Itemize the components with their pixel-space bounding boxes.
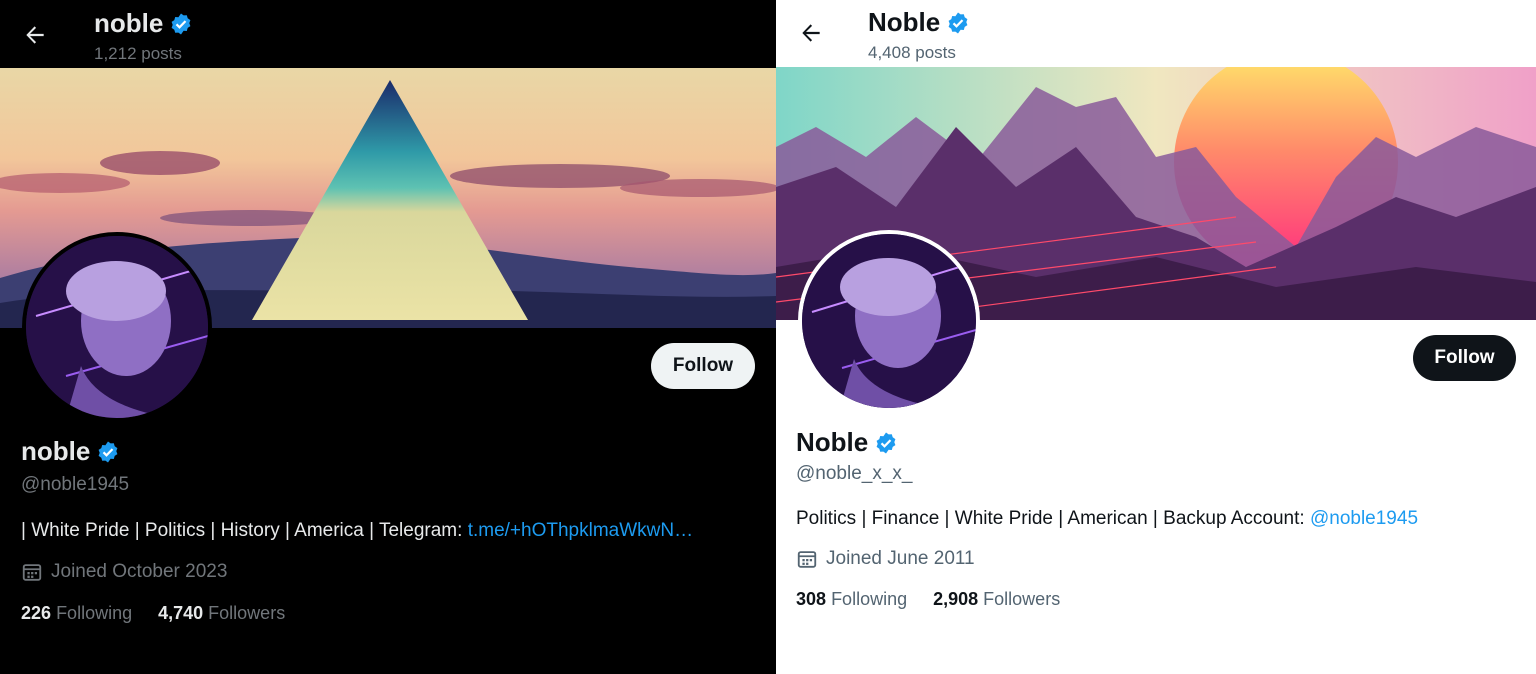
back-arrow-icon[interactable] xyxy=(22,22,48,48)
back-arrow-icon[interactable] xyxy=(798,20,824,46)
profile-panel-dark: noble 1,212 posts Follow noble @noble194… xyxy=(0,0,776,674)
following-label: Following xyxy=(56,603,133,623)
followers-link[interactable]: 2,908 Followers xyxy=(933,589,1060,610)
profile-handle: @noble_x_x_ xyxy=(796,463,913,484)
header-name: Noble xyxy=(868,7,941,37)
joined-date: Joined October 2023 xyxy=(21,561,227,583)
bio-link[interactable]: t.me/+hOThpklmaWkwN… xyxy=(468,520,693,541)
bio-text: | White Pride | Politics | History | Ame… xyxy=(21,520,468,541)
followers-link[interactable]: 4,740 Followers xyxy=(158,603,285,624)
verified-badge-icon xyxy=(98,441,118,462)
followers-count: 2,908 xyxy=(933,589,979,609)
following-count: 308 xyxy=(796,589,827,609)
joined-text: Joined October 2023 xyxy=(51,561,228,582)
follow-button[interactable]: Follow xyxy=(1413,335,1516,381)
follow-button[interactable]: Follow xyxy=(651,343,755,389)
avatar[interactable] xyxy=(798,230,980,412)
calendar-icon xyxy=(22,564,42,581)
verified-badge-icon xyxy=(171,13,191,34)
header-post-count: 4,408 posts xyxy=(868,43,956,62)
calendar-icon xyxy=(797,551,817,568)
followers-label: Followers xyxy=(983,589,1061,609)
joined-text: Joined June 2011 xyxy=(826,548,975,569)
display-name: Noble xyxy=(796,427,869,457)
display-name: noble xyxy=(21,436,91,466)
verified-badge-icon xyxy=(948,12,968,33)
profile-handle: @noble1945 xyxy=(21,474,130,495)
following-label: Following xyxy=(831,589,908,609)
bio-link[interactable]: @noble1945 xyxy=(1310,508,1418,529)
header-title: noble xyxy=(94,8,193,39)
joined-date: Joined June 2011 xyxy=(796,548,975,570)
following-link[interactable]: 308 Following xyxy=(796,589,907,610)
following-count: 226 xyxy=(21,603,52,623)
profile-panel-light: Noble 4,408 posts Follow Noble @noble_x_… xyxy=(776,0,1536,674)
header-name: noble xyxy=(94,8,164,38)
avatar[interactable] xyxy=(22,232,212,422)
profile-stats: 226 Following 4,740 Followers xyxy=(21,603,285,624)
profile-bio: Politics | Finance | White Pride | Ameri… xyxy=(796,508,1418,530)
profile-display-name: Noble xyxy=(796,427,898,458)
followers-count: 4,740 xyxy=(158,603,204,623)
profile-display-name: noble xyxy=(21,436,120,467)
followers-label: Followers xyxy=(208,603,286,623)
verified-badge-icon xyxy=(876,432,896,453)
header-title: Noble xyxy=(868,7,970,38)
bio-text: Politics | Finance | White Pride | Ameri… xyxy=(796,508,1310,529)
profile-bio: | White Pride | Politics | History | Ame… xyxy=(21,520,693,542)
following-link[interactable]: 226 Following xyxy=(21,603,132,624)
header-post-count: 1,212 posts xyxy=(94,44,182,63)
profile-stats: 308 Following 2,908 Followers xyxy=(796,589,1060,610)
